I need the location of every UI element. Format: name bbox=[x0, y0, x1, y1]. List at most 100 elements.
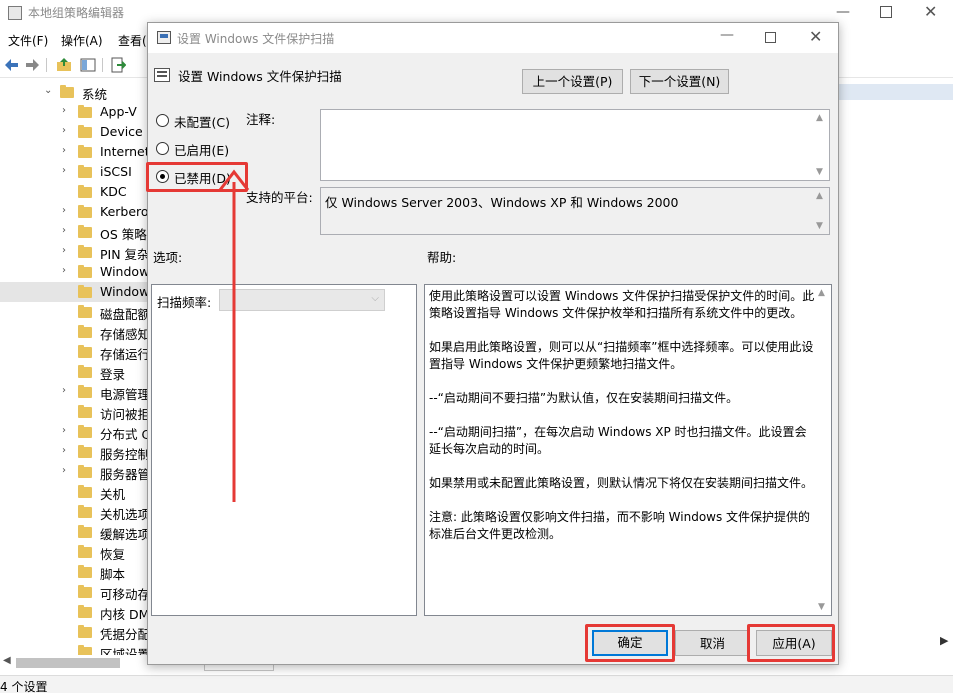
tree-item[interactable]: 磁盘配额 bbox=[0, 302, 148, 322]
chevron-right-icon[interactable]: › bbox=[62, 205, 66, 216]
folder-icon bbox=[78, 465, 92, 478]
tree-item[interactable]: › iSCSI bbox=[0, 162, 148, 182]
chevron-right-icon[interactable]: › bbox=[62, 265, 66, 276]
scroll-left-icon[interactable]: ◀ bbox=[3, 655, 11, 666]
forward-arrow-icon[interactable] bbox=[24, 57, 40, 73]
status-text: 4 个设置 bbox=[0, 680, 48, 693]
tree-item[interactable]: 关机选项 bbox=[0, 502, 148, 522]
close-icon[interactable]: ✕ bbox=[924, 2, 937, 21]
tree-item[interactable]: ⌄ 系统 bbox=[0, 82, 148, 102]
settings-list-header bbox=[838, 84, 953, 100]
folder-icon bbox=[78, 385, 92, 398]
maximize-icon[interactable] bbox=[880, 6, 892, 18]
tree-item[interactable]: 存储感知 bbox=[0, 322, 148, 342]
chevron-right-icon[interactable]: › bbox=[62, 105, 66, 116]
tree-item[interactable]: › 电源管理 bbox=[0, 382, 148, 402]
previous-setting-button[interactable]: 上一个设置(P) bbox=[522, 69, 623, 94]
menu-view[interactable]: 查看( bbox=[118, 32, 147, 49]
tree-item[interactable]: › PIN 复杂 bbox=[0, 242, 148, 262]
comment-scrollbar[interactable]: ▲ ▼ bbox=[813, 110, 829, 180]
tree-item-label: 凭据分配 bbox=[100, 627, 148, 642]
tree-item[interactable]: 凭据分配 bbox=[0, 622, 148, 642]
dialog-minimize-icon[interactable]: — bbox=[720, 27, 734, 43]
tree-item[interactable]: › Kerbero bbox=[0, 202, 148, 222]
folder-icon bbox=[78, 525, 92, 538]
tree-item[interactable]: › Internet bbox=[0, 142, 148, 162]
tree-horizontal-scrollbar[interactable]: ◀ bbox=[0, 654, 148, 672]
scroll-up-icon[interactable]: ▲ bbox=[818, 288, 825, 298]
minimize-icon[interactable]: — bbox=[836, 4, 850, 20]
menu-file[interactable]: 文件(F) bbox=[8, 32, 48, 49]
tree-item[interactable]: 脚本 bbox=[0, 562, 148, 582]
tree-item-label: 系统 bbox=[82, 87, 108, 102]
export-list-icon[interactable] bbox=[110, 57, 126, 73]
chevron-right-icon[interactable]: › bbox=[62, 465, 66, 476]
folder-icon bbox=[78, 105, 92, 118]
up-folder-icon[interactable] bbox=[56, 57, 72, 73]
folder-icon bbox=[78, 505, 92, 518]
tree-item[interactable]: 可移动存 bbox=[0, 582, 148, 602]
folder-icon bbox=[78, 485, 92, 498]
tree-item[interactable]: 关机 bbox=[0, 482, 148, 502]
chevron-right-icon[interactable]: › bbox=[62, 145, 66, 156]
next-setting-button[interactable]: 下一个设置(N) bbox=[630, 69, 729, 94]
chevron-right-icon[interactable]: › bbox=[62, 385, 66, 396]
supported-platform-label: 支持的平台: bbox=[246, 190, 313, 205]
radio-indicator[interactable] bbox=[156, 142, 169, 155]
help-scrollbar[interactable]: ▲ ▼ bbox=[815, 285, 831, 615]
radio-label: 未配置(C) bbox=[174, 115, 230, 130]
tree-item[interactable]: › App-V bbox=[0, 102, 148, 122]
tree-item[interactable]: › Window bbox=[0, 262, 148, 282]
tree-item-label: 电源管理 bbox=[100, 387, 148, 402]
chevron-right-icon[interactable]: › bbox=[62, 425, 66, 436]
tree-item-label: 缓解选项 bbox=[100, 527, 148, 542]
tree-item[interactable]: 缓解选项 bbox=[0, 522, 148, 542]
help-paragraph: --“启动期间不要扫描”为默认值，仅在安装期间扫描文件。 bbox=[429, 391, 739, 405]
scroll-down-icon[interactable]: ▼ bbox=[816, 221, 823, 231]
chevron-right-icon[interactable]: › bbox=[62, 225, 66, 236]
tree-item[interactable]: › 服务控制 bbox=[0, 442, 148, 462]
dialog-close-icon[interactable]: ✕ bbox=[809, 27, 822, 46]
tree-item[interactable]: › OS 策略 bbox=[0, 222, 148, 242]
tree-item[interactable]: 登录 bbox=[0, 362, 148, 382]
chevron-right-icon[interactable]: › bbox=[62, 445, 66, 456]
chevron-right-icon[interactable]: › bbox=[62, 245, 66, 256]
show-hide-tree-icon[interactable] bbox=[80, 57, 96, 73]
tree-item[interactable]: › 分布式 C bbox=[0, 422, 148, 442]
tree-item[interactable]: 访问被拒 bbox=[0, 402, 148, 422]
tree-item-label: App-V bbox=[100, 104, 137, 119]
tree-item[interactable]: 内核 DM bbox=[0, 602, 148, 622]
scroll-thumb[interactable] bbox=[16, 658, 120, 668]
tree-item[interactable]: › 服务器管 bbox=[0, 462, 148, 482]
scroll-right-icon[interactable]: ▶ bbox=[940, 634, 948, 647]
cancel-button[interactable]: 取消 bbox=[675, 630, 750, 656]
chevron-right-icon[interactable]: › bbox=[62, 125, 66, 136]
tree-item[interactable]: 存储运行 bbox=[0, 342, 148, 362]
chevron-down-icon[interactable]: ⌄ bbox=[44, 85, 52, 96]
tree-item[interactable]: Window bbox=[0, 282, 148, 302]
folder-icon bbox=[78, 205, 92, 218]
radio-indicator[interactable] bbox=[156, 114, 169, 127]
menu-action[interactable]: 操作(A) bbox=[61, 32, 103, 49]
back-arrow-icon[interactable] bbox=[4, 57, 20, 73]
tree-item-label: 存储感知 bbox=[100, 327, 148, 342]
tree-item-label: 关机选项 bbox=[100, 507, 148, 522]
chevron-right-icon[interactable]: › bbox=[62, 165, 66, 176]
scroll-up-icon[interactable]: ▲ bbox=[816, 113, 823, 123]
tree-item[interactable]: KDC bbox=[0, 182, 148, 202]
tree-item[interactable]: › Device C bbox=[0, 122, 148, 142]
tree-item-label: KDC bbox=[100, 184, 127, 199]
dialog-maximize-icon[interactable] bbox=[765, 32, 776, 43]
scroll-up-icon[interactable]: ▲ bbox=[816, 191, 823, 201]
scroll-down-icon[interactable]: ▼ bbox=[818, 602, 825, 612]
folder-icon bbox=[78, 325, 92, 338]
platform-scrollbar[interactable]: ▲ ▼ bbox=[813, 188, 829, 234]
tree-item-label: Device C bbox=[100, 124, 148, 139]
tree-item[interactable]: 恢复 bbox=[0, 542, 148, 562]
folder-icon bbox=[78, 145, 92, 158]
folder-icon bbox=[78, 125, 92, 138]
folder-icon bbox=[78, 545, 92, 558]
comment-textarea[interactable]: ▲ ▼ bbox=[320, 109, 830, 181]
scroll-down-icon[interactable]: ▼ bbox=[816, 167, 823, 177]
highlight-apply-button bbox=[747, 624, 835, 662]
